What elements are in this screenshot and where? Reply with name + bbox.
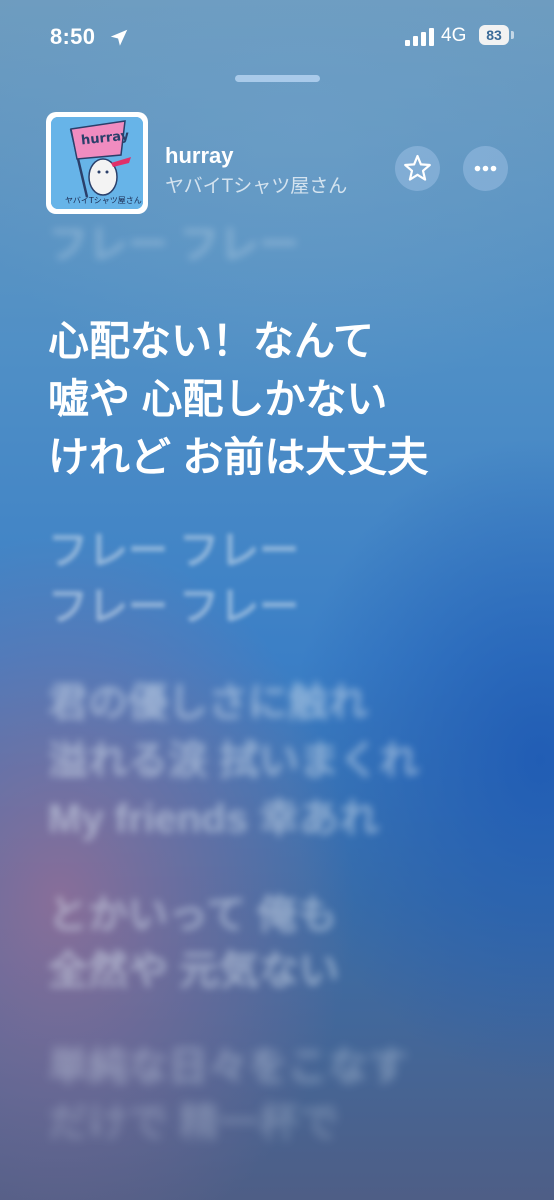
battery-level: 83 [486, 27, 502, 43]
lyric-line-previous[interactable]: フレー フレー [48, 218, 299, 273]
song-artist[interactable]: ヤバイTシャツ屋さん [165, 171, 347, 198]
lyric-line-upcoming[interactable]: 全然や 元気ない [48, 944, 339, 999]
lyric-line-upcoming[interactable]: とかいって 俺も [48, 888, 337, 943]
ellipsis-icon [474, 165, 497, 172]
favorite-button[interactable] [395, 146, 440, 191]
battery-icon: 83 [479, 25, 509, 45]
cellular-signal-icon [405, 28, 434, 46]
song-title[interactable]: hurray [165, 143, 233, 169]
lyric-line-active[interactable]: 心配ない！なんて [48, 314, 374, 369]
lyric-line-upcoming[interactable]: 君の優しさに触れ [48, 676, 368, 731]
status-time: 8:50 [50, 24, 96, 49]
lyric-line-upcoming[interactable]: だけで 精一杯で [48, 1096, 339, 1151]
album-artwork-image: ヤバイTシャツ屋さん hurray [51, 117, 143, 209]
lyric-line-active[interactable]: けれど お前は大丈夫 [48, 430, 428, 485]
network-type: 4G [441, 25, 467, 46]
status-bar: 8:50 4G 83 [0, 0, 554, 72]
lyric-line-active[interactable]: 嘘や 心配しかない [48, 372, 387, 427]
battery-tip [511, 31, 514, 39]
more-options-button[interactable] [463, 146, 508, 191]
lyric-line-upcoming[interactable]: 単純な日々をこなす [48, 1040, 408, 1095]
lyric-line-upcoming[interactable]: フレー フレー [48, 524, 299, 579]
svg-text:ヤバイTシャツ屋さん: ヤバイTシャツ屋さん [65, 196, 142, 205]
lyric-line-upcoming[interactable]: My friends 幸あれ [48, 792, 379, 847]
star-icon [404, 154, 431, 181]
album-artwork[interactable]: ヤバイTシャツ屋さん hurray [46, 112, 148, 214]
lyric-line-upcoming[interactable]: 溢れる涙 拭いまくれ [48, 734, 419, 789]
lyric-line-upcoming[interactable]: フレー フレー [48, 580, 299, 635]
location-arrow-icon [110, 29, 128, 46]
sheet-grabber[interactable] [235, 75, 320, 82]
